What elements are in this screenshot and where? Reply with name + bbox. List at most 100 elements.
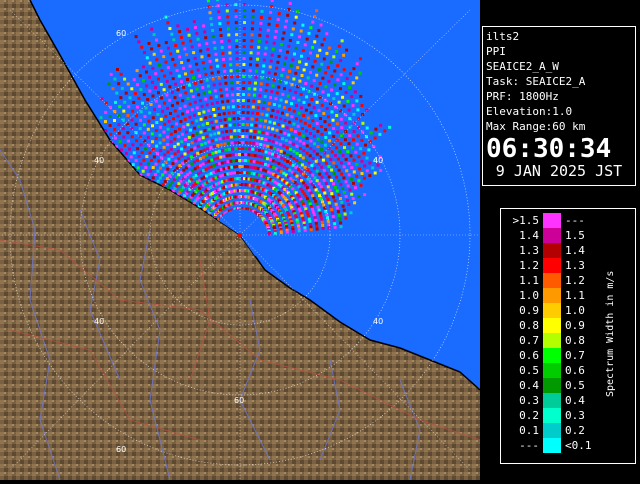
radar-ppi-map[interactable]: 60 60 40 40 40 40 60 [0, 0, 480, 480]
echo-cell [256, 142, 259, 145]
echo-cell [191, 45, 194, 48]
echo-cell [320, 148, 323, 151]
echo-cell [247, 99, 250, 102]
echo-cell [339, 87, 342, 90]
echo-cell [209, 11, 212, 14]
echo-cell [294, 72, 297, 75]
echo-cell [174, 130, 177, 133]
echo-cell [297, 99, 300, 102]
echo-cell [150, 47, 153, 50]
echo-cell [257, 106, 260, 109]
echo-cell [147, 128, 150, 131]
echo-cell [140, 143, 143, 146]
echo-cell [370, 131, 373, 134]
echo-cell [307, 117, 310, 120]
echo-cell [202, 123, 205, 126]
echo-cell [294, 91, 297, 94]
echo-cell [344, 213, 347, 216]
echo-cell [361, 104, 364, 107]
echo-cell [325, 172, 328, 175]
echo-cell [328, 201, 331, 204]
echo-cell [120, 73, 123, 76]
echo-cell [133, 78, 136, 81]
echo-cell [277, 155, 280, 158]
echo-cell [145, 155, 148, 158]
echo-cell [209, 146, 212, 149]
echo-cell [224, 76, 227, 79]
echo-cell [236, 57, 239, 60]
echo-cell [289, 162, 292, 165]
echo-cell [341, 96, 344, 99]
echo-cell [308, 32, 311, 35]
echo-cell [270, 60, 273, 63]
echo-cell [252, 9, 255, 12]
echo-cell [374, 172, 377, 175]
echo-cell [243, 33, 246, 36]
echo-cell [328, 165, 331, 168]
echo-cell [242, 123, 245, 126]
echo-cell [228, 118, 231, 121]
echo-cell [315, 35, 318, 38]
echo-cell [246, 165, 249, 168]
echo-cell [280, 164, 283, 167]
echo-cell [246, 129, 249, 132]
legend-high-value: 0.2 [565, 423, 585, 438]
echo-cell [346, 100, 349, 103]
echo-cell [321, 176, 324, 179]
legend-low-value: 0.7 [503, 333, 539, 348]
echo-cell [308, 124, 311, 127]
range-label: 60 [116, 445, 126, 454]
echo-cell [235, 21, 238, 24]
legend-swatch [543, 333, 561, 348]
echo-cell [341, 187, 344, 190]
echo-cell [260, 168, 263, 171]
echo-cell [286, 231, 289, 234]
echo-cell [311, 208, 314, 211]
echo-cell [338, 169, 341, 172]
echo-cell [314, 200, 317, 203]
echo-cell [212, 78, 215, 81]
echo-cell [235, 9, 238, 12]
echo-cell [155, 100, 158, 103]
echo-cell [311, 194, 314, 197]
echo-cell [311, 46, 314, 49]
echo-cell [160, 96, 163, 99]
echo-cell [357, 117, 360, 120]
echo-cell [283, 62, 286, 65]
echo-cell [113, 119, 116, 122]
echo-cell [321, 221, 324, 224]
echo-cell [315, 225, 318, 228]
echo-cell [278, 55, 281, 58]
echo-cell [182, 86, 185, 89]
echo-cell [194, 26, 197, 29]
echo-cell [241, 135, 244, 138]
echo-cell [260, 119, 263, 122]
echo-cell [286, 160, 289, 163]
echo-cell [177, 143, 180, 146]
echo-cell [321, 200, 324, 203]
echo-cell [310, 205, 313, 208]
echo-cell [286, 126, 289, 129]
echo-cell [165, 41, 168, 44]
echo-cell [327, 185, 330, 188]
echo-cell [305, 129, 308, 132]
echo-cell [328, 175, 331, 178]
echo-cell [311, 183, 314, 186]
echo-cell [121, 87, 124, 90]
echo-cell [282, 68, 285, 71]
legend-high-value: 0.8 [565, 333, 585, 348]
echo-cell [286, 14, 289, 17]
echo-cell [289, 89, 292, 92]
echo-cell [302, 149, 305, 152]
echo-cell [116, 68, 119, 71]
echo-cell [151, 132, 154, 135]
echo-cell [195, 63, 198, 66]
echo-cell [242, 105, 245, 108]
echo-cell [145, 107, 148, 110]
echo-cell [213, 145, 216, 148]
echo-cell [229, 57, 232, 60]
echo-cell [309, 147, 312, 150]
echo-cell [300, 106, 303, 109]
echo-cell [217, 107, 220, 110]
range-label: 60 [116, 29, 126, 38]
